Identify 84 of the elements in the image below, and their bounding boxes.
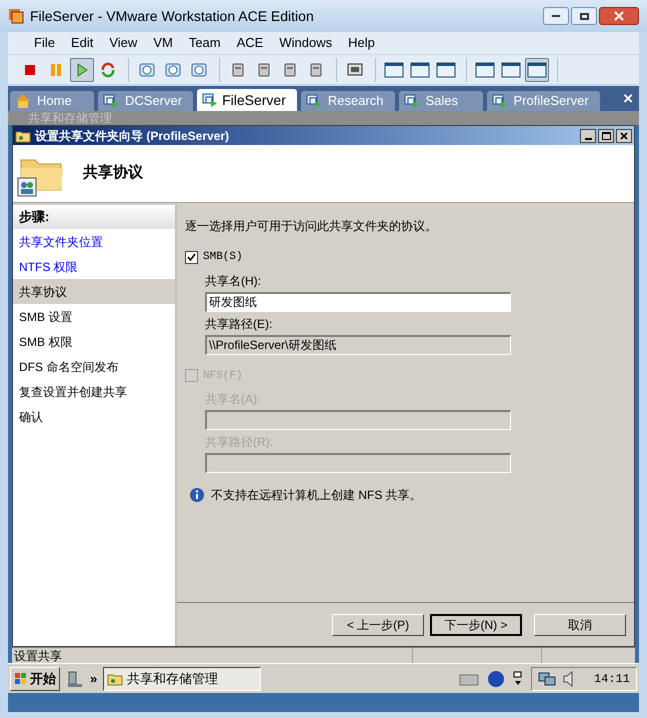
wizard-button[interactable]: < 上一步(P) [332, 614, 424, 636]
menu-item[interactable]: File [26, 33, 63, 53]
check-icon [187, 252, 196, 262]
window-title: FileServer - VMware Workstation ACE Edition [30, 6, 314, 26]
pause-icon [49, 62, 63, 76]
play-icon [75, 62, 89, 76]
device-icon [308, 60, 324, 78]
start-button[interactable]: 开始 [10, 666, 60, 690]
device-icon [256, 60, 272, 78]
vm-icon [202, 92, 218, 108]
device-icon [282, 60, 298, 78]
checkbox-label: SMB(S) [203, 250, 243, 265]
toolbar-button[interactable] [525, 58, 549, 82]
wizard-icon [15, 128, 31, 142]
steps-heading: 步骤: [13, 205, 175, 229]
snapshot-icon [138, 60, 156, 78]
info-icon [189, 487, 205, 503]
status-text: 设置共享 [13, 650, 63, 662]
wizard-button[interactable]: 取消 [534, 614, 626, 636]
monitor-icon [346, 62, 364, 78]
menu-item[interactable]: VM [145, 33, 181, 53]
wizard-step[interactable]: DFS 命名空间发布 [13, 354, 175, 379]
close-icon [620, 132, 628, 140]
wizard-step[interactable]: 确认 [13, 404, 175, 429]
vm-tab[interactable]: FileServer [197, 89, 297, 111]
menu-item[interactable]: Edit [62, 33, 102, 53]
menu-item[interactable]: View [101, 33, 146, 53]
maximize-button[interactable] [598, 128, 614, 142]
chevron[interactable]: » [90, 668, 98, 688]
menu-item[interactable]: Windows [271, 33, 340, 53]
text-field[interactable]: 研发图纸 [205, 292, 511, 312]
network-icon[interactable] [538, 670, 556, 686]
app-icon [8, 8, 24, 24]
wizard-title: 设置共享文件夹向导 (ProfileServer) [35, 128, 230, 144]
info-note: 不支持在远程计算机上创建 NFS 共享。 [211, 487, 422, 504]
server-icon[interactable] [66, 670, 84, 688]
wizard-step[interactable]: NTFS 权限 [13, 254, 175, 279]
wizard-page-title: 共享协议 [83, 163, 143, 184]
maximize-button[interactable] [571, 7, 597, 25]
text-field[interactable]: \\ProfileServer\研发图纸 [205, 334, 511, 354]
window-icon [436, 60, 456, 78]
checkbox[interactable] [185, 250, 198, 264]
vm-icon [492, 93, 508, 109]
close-icon [614, 11, 624, 21]
close-button[interactable] [599, 7, 639, 25]
device-icon [230, 60, 246, 78]
close-button[interactable] [616, 128, 632, 142]
wizard-step[interactable]: 共享文件夹位置 [13, 229, 175, 254]
menu-item[interactable]: ACE [228, 33, 272, 53]
background-window-title: 共享和存储管理 [8, 111, 639, 125]
wizard-step[interactable]: 复查设置并创建共享 [13, 379, 175, 404]
window-icon [527, 60, 547, 78]
intro-text: 逐一选择用户可用于访问此共享文件夹的协议。 [185, 218, 438, 235]
windows-logo-icon [14, 672, 28, 686]
vm-icon [306, 93, 322, 109]
stop-icon [23, 62, 37, 76]
snapshot-icon [190, 60, 208, 78]
menu-item[interactable]: Team [180, 33, 229, 53]
taskbar-task[interactable]: 共享和存储管理 [103, 666, 262, 690]
wizard-button[interactable]: 下一步(N) > [430, 614, 522, 636]
snapshot-icon [164, 60, 182, 78]
vm-icon [103, 93, 119, 109]
toolbar-button[interactable] [70, 58, 94, 82]
field-label: 共享名(H): [205, 272, 262, 290]
vm-icon [404, 93, 420, 109]
keyboard-icon[interactable] [458, 672, 479, 686]
refresh-icon [100, 62, 116, 78]
window-icon [384, 60, 404, 78]
window-icon [475, 60, 495, 78]
minimize-button[interactable] [543, 7, 569, 25]
menu-item[interactable]: Help [340, 33, 383, 53]
wizard-step[interactable]: SMB 设置 [13, 304, 175, 329]
home-icon [15, 93, 31, 109]
close-tab-button[interactable]: × [623, 90, 633, 107]
text-field[interactable] [205, 453, 511, 473]
window-icon [501, 60, 521, 78]
window-icon [410, 60, 430, 78]
text-field[interactable] [205, 410, 511, 430]
wizard-step[interactable]: 共享协议 [13, 279, 175, 304]
wizard-icon [107, 672, 124, 686]
field-label: 共享路径(E): [205, 316, 274, 332]
minimize-button[interactable] [580, 128, 596, 142]
wizard-step[interactable]: SMB 权限 [13, 329, 175, 354]
clock: 14:11 [592, 670, 630, 688]
